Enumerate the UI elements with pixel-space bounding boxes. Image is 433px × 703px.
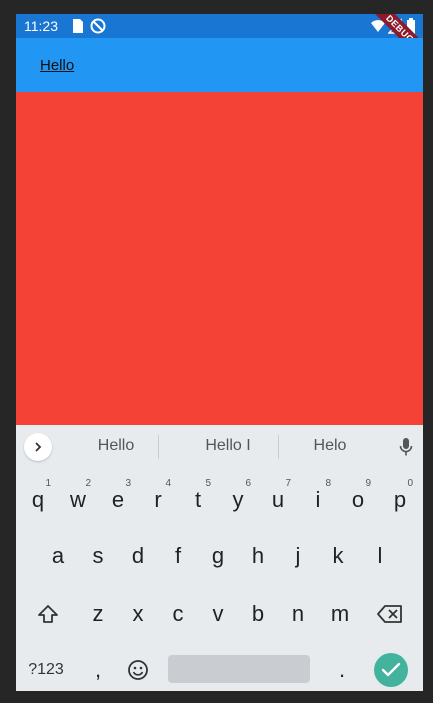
status-bar: 11:23 DEBUG [16,14,423,66]
key-f[interactable]: f [158,531,198,581]
key-a[interactable]: a [38,531,78,581]
phone-screen: 11:23 DEBUG Hello Hello Hello I Helo 1 q… [16,14,423,691]
key-x[interactable]: x [118,589,158,639]
backspace-icon [377,605,402,623]
symbols-key[interactable]: ?123 [26,645,66,691]
key-d[interactable]: d [118,531,158,581]
key-h[interactable]: h [238,531,278,581]
status-time: 11:23 [24,18,58,34]
suggestion-2[interactable]: Hello I [178,437,278,455]
backspace-key[interactable] [370,589,410,639]
key-u[interactable]: 7u [258,473,298,523]
device-frame: 11:23 DEBUG Hello Hello Hello I Helo 1 q… [0,0,433,703]
key-v[interactable]: v [198,589,238,639]
key-e[interactable]: 3e [98,473,138,523]
app-bar-title[interactable]: Hello [40,57,74,74]
key-m[interactable]: m [320,589,360,639]
app-bar: Hello [16,38,423,92]
key-y[interactable]: 6y [218,473,258,523]
key-r[interactable]: 4r [138,473,178,523]
key-s[interactable]: s [78,531,118,581]
key-c[interactable]: c [158,589,198,639]
soft-keyboard: Hello Hello I Helo 1q 2w 3e 4r 5t 6y 7u … [16,425,423,691]
enter-key[interactable] [374,653,408,687]
key-q[interactable]: 1q [18,473,58,523]
space-bar[interactable] [168,655,310,683]
suggestion-1[interactable]: Hello [76,437,156,455]
mic-icon[interactable] [399,437,413,462]
no-sync-icon [90,18,106,34]
key-g[interactable]: g [198,531,238,581]
key-n[interactable]: n [278,589,318,639]
suggestion-divider [158,435,159,459]
suggestion-3[interactable]: Helo [290,437,370,455]
emoji-icon [128,660,148,680]
chevron-right-icon [35,442,42,452]
expand-toolbar-button[interactable] [24,433,52,461]
key-l[interactable]: l [360,531,400,581]
suggestion-divider [278,435,279,459]
suggestion-bar: Hello Hello I Helo [16,425,423,469]
key-z[interactable]: z [78,589,118,639]
emoji-key[interactable] [118,645,158,691]
red-content-area [16,92,423,425]
key-w[interactable]: 2w [58,473,98,523]
sd-card-icon [70,18,86,34]
key-p[interactable]: 0p [380,473,420,523]
period-key[interactable]: . [322,645,362,691]
key-j[interactable]: j [278,531,318,581]
comma-key[interactable]: , [78,645,118,691]
key-i[interactable]: 8i [298,473,338,523]
key-t[interactable]: 5t [178,473,218,523]
key-o[interactable]: 9o [338,473,378,523]
key-b[interactable]: b [238,589,278,639]
key-k[interactable]: k [318,531,358,581]
checkmark-icon [381,662,401,677]
shift-icon [38,605,58,623]
shift-key[interactable] [28,589,68,639]
